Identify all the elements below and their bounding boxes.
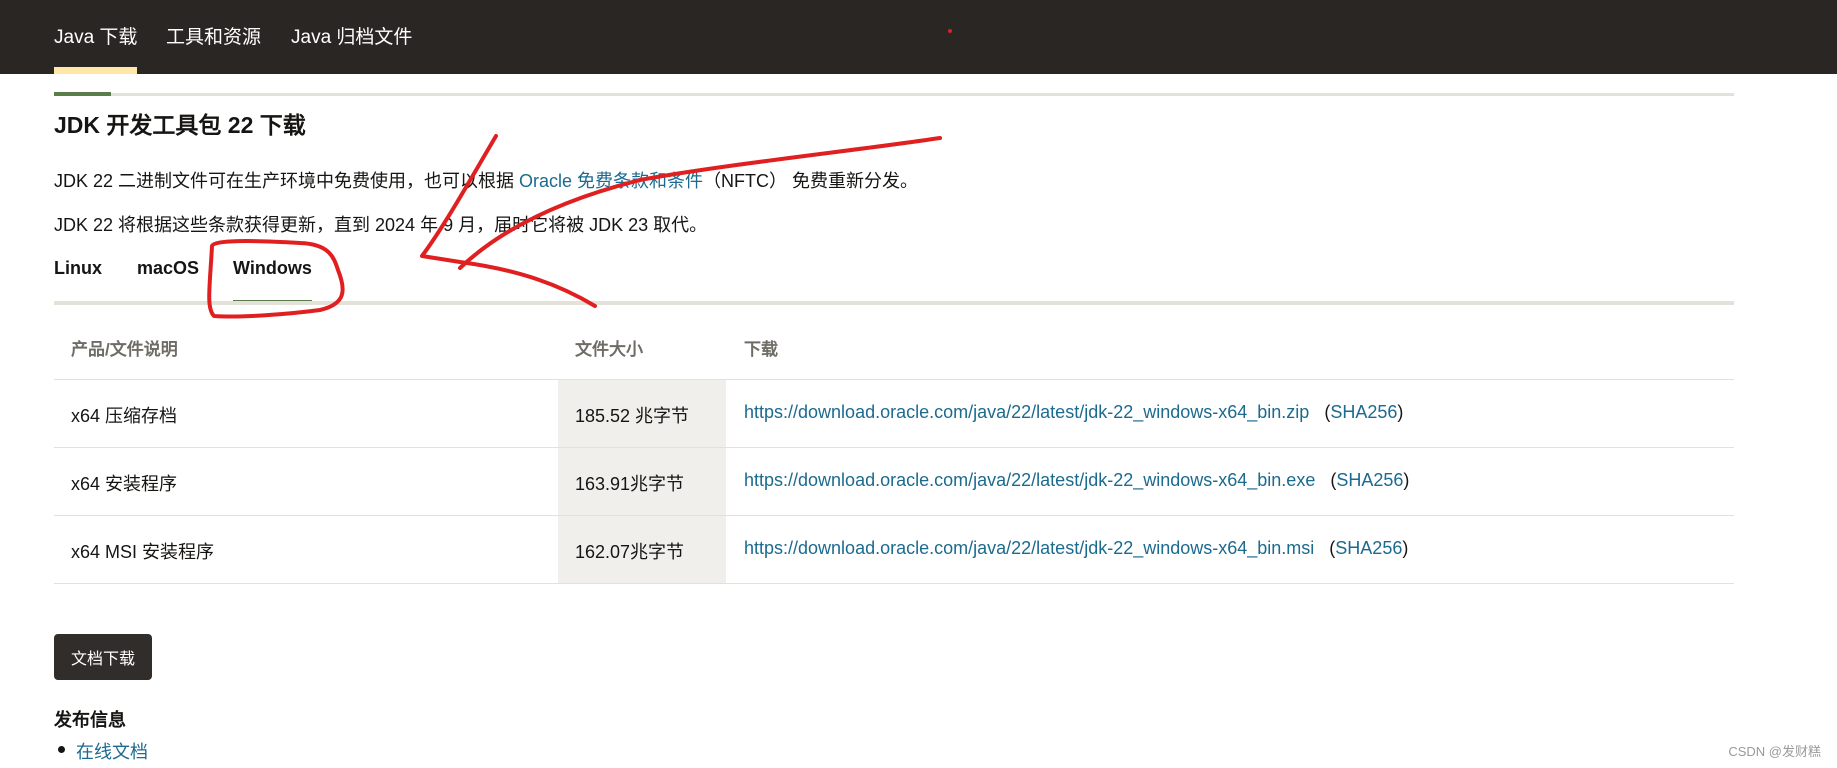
release-info-heading: 发布信息 (54, 710, 126, 730)
sha256-link[interactable]: SHA256 (1330, 402, 1397, 422)
sha256-link[interactable]: SHA256 (1336, 470, 1403, 490)
file-size: 163.91兆字节 (575, 474, 685, 494)
table-header: 产品/文件说明 文件大小 下载 (54, 312, 1734, 380)
red-annotation-arrow-icon (458, 136, 942, 270)
release-info-list: 在线文档 (54, 738, 148, 764)
table-row: x64 安装程序 163.91兆字节 https://download.orac… (54, 448, 1734, 516)
nav-item-java-download[interactable]: Java 下载 (54, 22, 138, 74)
file-size: 162.07兆字节 (575, 542, 685, 562)
intro-line-1-suffix: （NFTC） 免费重新分发。 (703, 171, 919, 191)
section-divider (54, 93, 1734, 96)
download-cell: https://download.oracle.com/java/22/late… (744, 470, 1409, 491)
documentation-download-button[interactable]: 文档下载 (54, 634, 152, 680)
download-link[interactable]: https://download.oracle.com/java/22/late… (744, 402, 1309, 422)
file-size: 185.52 兆字节 (575, 406, 690, 426)
intro-line-2: JDK 22 将根据这些条款获得更新，直到 2024 年 9 月，届时它将被 J… (54, 215, 708, 235)
red-dot-mark (948, 29, 952, 33)
tab-windows[interactable]: Windows (233, 258, 312, 304)
tab-macos[interactable]: macOS (137, 258, 199, 279)
top-navigation-bar: Java 下载 工具和资源 Java 归档文件 (0, 0, 1837, 74)
online-docs-link[interactable]: 在线文档 (76, 742, 148, 762)
product-name: x64 安装程序 (71, 474, 178, 494)
sha256-link[interactable]: SHA256 (1335, 538, 1402, 558)
intro-line-1: JDK 22 二进制文件可在生产环境中免费使用，也可以根据 Oracle 免费条… (54, 167, 918, 193)
table-row: x64 MSI 安装程序 162.07兆字节 https://download.… (54, 516, 1734, 584)
header-download: 下载 (744, 340, 778, 359)
download-link[interactable]: https://download.oracle.com/java/22/late… (744, 470, 1315, 490)
nftc-terms-link[interactable]: Oracle 免费条款和条件 (519, 171, 703, 191)
list-item: 在线文档 (54, 738, 148, 764)
tabs-divider (54, 301, 1734, 305)
product-name: x64 压缩存档 (71, 406, 178, 426)
table-row: x64 压缩存档 185.52 兆字节 https://download.ora… (54, 380, 1734, 448)
header-product: 产品/文件说明 (71, 340, 178, 359)
nav-item-java-archive[interactable]: Java 归档文件 (291, 22, 412, 49)
download-link[interactable]: https://download.oracle.com/java/22/late… (744, 538, 1314, 558)
download-cell: https://download.oracle.com/java/22/late… (744, 538, 1408, 559)
paren-open: ( (1314, 538, 1336, 558)
product-name: x64 MSI 安装程序 (71, 542, 215, 562)
header-size: 文件大小 (575, 340, 643, 359)
intro-line-1-prefix: JDK 22 二进制文件可在生产环境中免费使用，也可以根据 (54, 171, 520, 191)
watermark: CSDN @发财糕 (1728, 744, 1821, 759)
tab-linux[interactable]: Linux (54, 258, 102, 279)
paren-open: ( (1315, 470, 1337, 490)
paren-close: ) (1403, 470, 1410, 490)
download-cell: https://download.oracle.com/java/22/late… (744, 402, 1403, 423)
paren-close: ) (1397, 402, 1404, 422)
download-table: 产品/文件说明 文件大小 下载 x64 压缩存档 185.52 兆字节 http… (54, 312, 1734, 584)
section-divider-accent (54, 92, 111, 96)
paren-open: ( (1309, 402, 1331, 422)
paren-close: ) (1402, 538, 1409, 558)
nav-item-tools-resources[interactable]: 工具和资源 (166, 22, 261, 49)
page-title: JDK 开发工具包 22 下载 (54, 112, 306, 138)
